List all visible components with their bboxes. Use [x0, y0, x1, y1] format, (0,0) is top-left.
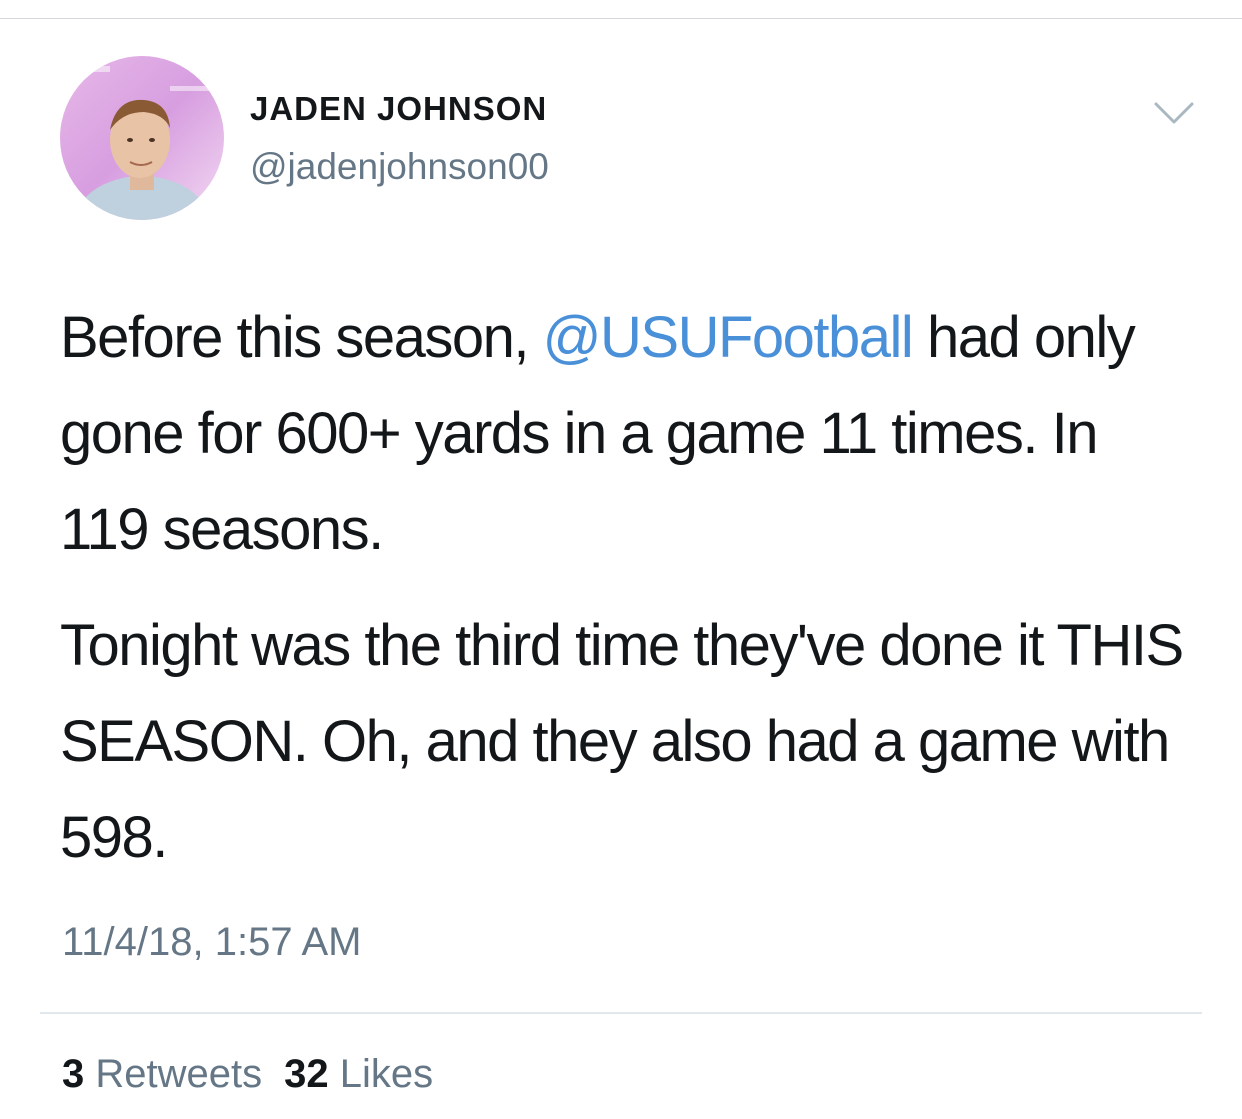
tweet-stats: 3 Retweets 32 Likes	[62, 1052, 433, 1097]
author-handle[interactable]: @jadenjohnson00	[250, 146, 549, 188]
retweets-count: 3	[62, 1052, 85, 1096]
stats-divider	[40, 1012, 1202, 1014]
avatar[interactable]	[60, 56, 224, 220]
tweet-paragraph-1: Before this season, @USUFootball had onl…	[60, 290, 1190, 578]
profile-photo-icon	[60, 56, 224, 220]
author-display-name[interactable]: JADEN JOHNSON	[250, 90, 547, 128]
tweet-timestamp[interactable]: 11/4/18, 1:57 AM	[62, 920, 361, 965]
tweet-paragraph-2: Tonight was the third time they've done …	[60, 613, 1184, 870]
retweets-stat[interactable]: 3 Retweets	[62, 1052, 262, 1096]
likes-stat[interactable]: 32 Likes	[284, 1052, 433, 1096]
top-divider	[0, 18, 1242, 19]
likes-label: Likes	[339, 1052, 434, 1096]
retweets-label: Retweets	[95, 1052, 263, 1096]
tweet-text: Before this season, @USUFootball had onl…	[60, 290, 1190, 886]
mention-link[interactable]: @USUFootball	[543, 305, 914, 370]
chevron-down-icon	[1154, 102, 1194, 124]
likes-count: 32	[284, 1052, 329, 1096]
tweet-menu-button[interactable]	[1152, 98, 1196, 128]
tweet-text-segment: Before this season,	[60, 305, 543, 370]
